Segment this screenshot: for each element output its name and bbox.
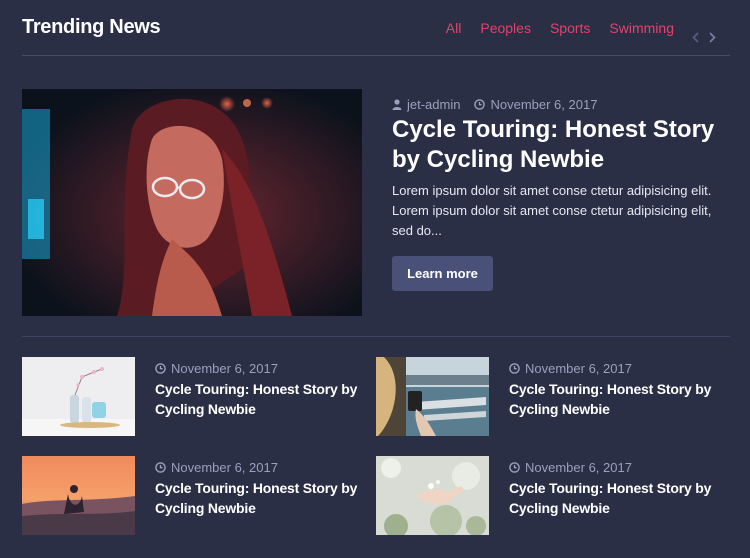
- card-thumbnail[interactable]: [22, 456, 135, 535]
- card-date: November 6, 2017: [155, 361, 278, 376]
- section-header: Trending News All Peoples Sports Swimmin…: [22, 0, 730, 56]
- clock-icon: [509, 363, 520, 374]
- clock-icon: [155, 363, 166, 374]
- user-icon: [392, 99, 402, 110]
- card-date-text: November 6, 2017: [171, 460, 278, 475]
- filter-tab-sports[interactable]: Sports: [550, 20, 590, 36]
- card-date-text: November 6, 2017: [525, 361, 632, 376]
- card-title[interactable]: Cycle Touring: Honest Story by Cycling N…: [155, 478, 380, 518]
- filter-tab-peoples[interactable]: Peoples: [480, 20, 531, 36]
- card-thumbnail[interactable]: [22, 357, 135, 436]
- featured-excerpt: Lorem ipsum dolor sit amet conse ctetur …: [392, 183, 712, 238]
- card-title[interactable]: Cycle Touring: Honest Story by Cycling N…: [509, 379, 734, 419]
- section-title: Trending News: [22, 16, 161, 38]
- featured-image[interactable]: [22, 89, 362, 316]
- clock-icon: [155, 462, 166, 473]
- filter-tabs: All Peoples Sports Swimming: [427, 20, 674, 36]
- chevron-right-icon[interactable]: [709, 32, 716, 46]
- filter-tab-swimming[interactable]: Swimming: [609, 20, 674, 36]
- carousel-nav: [692, 32, 716, 46]
- news-card[interactable]: November 6, 2017 Cycle Touring: Honest S…: [376, 357, 730, 437]
- card-date: November 6, 2017: [155, 460, 278, 475]
- author-name: jet-admin: [407, 97, 461, 112]
- featured-date: November 6, 2017: [490, 97, 598, 112]
- author-meta[interactable]: jet-admin: [392, 97, 460, 112]
- clock-icon: [509, 462, 520, 473]
- date-meta: November 6, 2017: [474, 97, 597, 112]
- clock-icon: [474, 99, 486, 110]
- featured-title[interactable]: Cycle Touring: Honest Story by Cycling N…: [392, 115, 732, 175]
- card-title[interactable]: Cycle Touring: Honest Story by Cycling N…: [509, 478, 734, 518]
- news-card[interactable]: November 6, 2017 Cycle Touring: Honest S…: [376, 456, 730, 536]
- card-title[interactable]: Cycle Touring: Honest Story by Cycling N…: [155, 379, 380, 419]
- featured-meta: jet-admin November 6, 2017: [392, 97, 611, 112]
- card-thumbnail[interactable]: [376, 357, 489, 436]
- learn-more-button[interactable]: Learn more: [392, 256, 493, 291]
- divider: [22, 336, 730, 337]
- filter-tab-all[interactable]: All: [446, 20, 462, 36]
- card-date: November 6, 2017: [509, 361, 632, 376]
- card-date-text: November 6, 2017: [525, 460, 632, 475]
- card-thumbnail[interactable]: [376, 456, 489, 535]
- chevron-left-icon[interactable]: [692, 32, 699, 46]
- card-date-text: November 6, 2017: [171, 361, 278, 376]
- news-card[interactable]: November 6, 2017 Cycle Touring: Honest S…: [22, 357, 376, 437]
- news-card[interactable]: November 6, 2017 Cycle Touring: Honest S…: [22, 456, 376, 536]
- card-date: November 6, 2017: [509, 460, 632, 475]
